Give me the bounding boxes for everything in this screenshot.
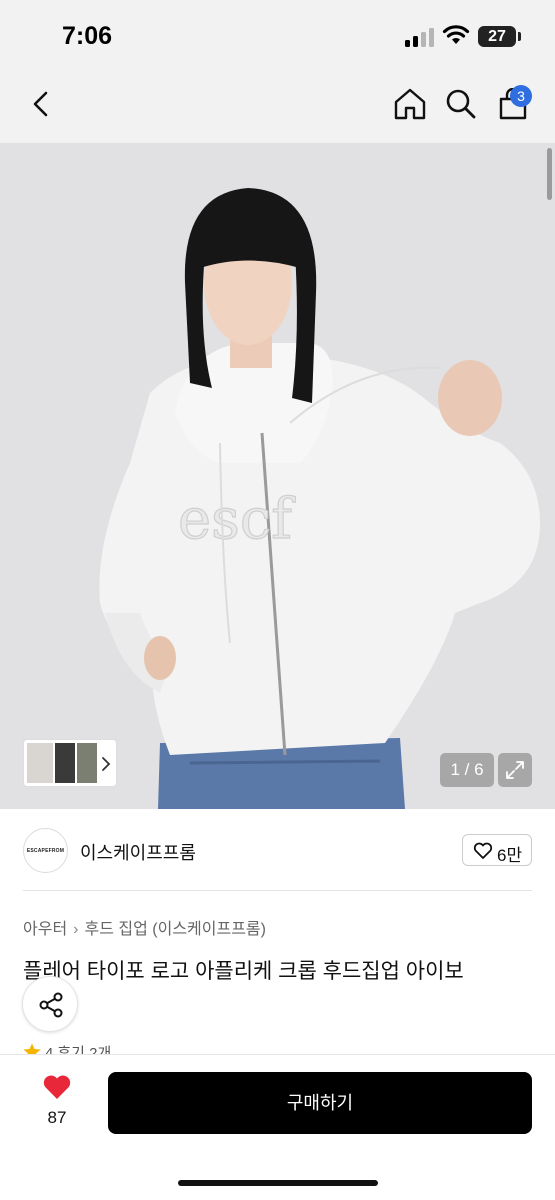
thumbnail-2[interactable] <box>55 743 75 783</box>
home-indicator[interactable] <box>178 1180 378 1186</box>
search-icon[interactable] <box>445 88 477 120</box>
thumbnail-3[interactable] <box>77 743 97 783</box>
chevron-left-icon[interactable] <box>28 90 54 118</box>
status-time: 7:06 <box>62 22 113 50</box>
wish-button[interactable]: 87 <box>30 1072 84 1132</box>
breadcrumb-level1[interactable]: 아우터 <box>23 921 67 938</box>
product-image[interactable]: escf <box>0 143 555 809</box>
status-bar: 7:06 27 <box>0 0 555 70</box>
store-like-button[interactable]: 6만 <box>462 834 532 866</box>
heart-outline-icon <box>473 842 493 859</box>
thumbnail-strip[interactable] <box>23 739 117 787</box>
buy-button[interactable]: 구매하기 <box>108 1072 532 1134</box>
store-name[interactable]: 이스케이프프롬 <box>80 839 196 865</box>
home-icon[interactable] <box>393 87 427 121</box>
wifi-icon <box>442 25 470 44</box>
share-button[interactable] <box>22 976 78 1032</box>
product-title: 플레어 타이포 로고 아플리케 크롭 후드집업 아이보 <box>23 960 464 983</box>
share-icon <box>39 992 63 1018</box>
expand-button[interactable] <box>498 753 532 787</box>
expand-icon <box>506 761 524 779</box>
store-like-count: 6만 <box>497 846 523 865</box>
battery-indicator: 27 <box>478 26 516 47</box>
gallery-page-indicator: 1 / 6 <box>440 753 494 787</box>
cart-count-badge: 3 <box>510 85 532 107</box>
product-photo: escf <box>0 143 555 809</box>
battery-tip <box>518 32 521 41</box>
divider <box>23 890 532 891</box>
wish-count: 87 <box>47 1108 67 1127</box>
breadcrumb-separator-icon: › <box>73 921 79 938</box>
cellular-signal-icon <box>405 27 435 47</box>
breadcrumb: 아우터 › 후드 집업 (이스케이프프롬) <box>23 915 266 939</box>
heart-filled-icon <box>43 1075 71 1099</box>
breadcrumb-level2[interactable]: 후드 집업 (이스케이프프롬) <box>85 921 266 938</box>
thumbnail-1[interactable] <box>27 743 53 783</box>
chevron-right-icon <box>102 757 111 771</box>
scrollbar-thumb[interactable] <box>547 148 552 200</box>
store-logo[interactable]: ESCAPEFROM <box>23 828 68 873</box>
svg-text:escf: escf <box>178 487 296 552</box>
